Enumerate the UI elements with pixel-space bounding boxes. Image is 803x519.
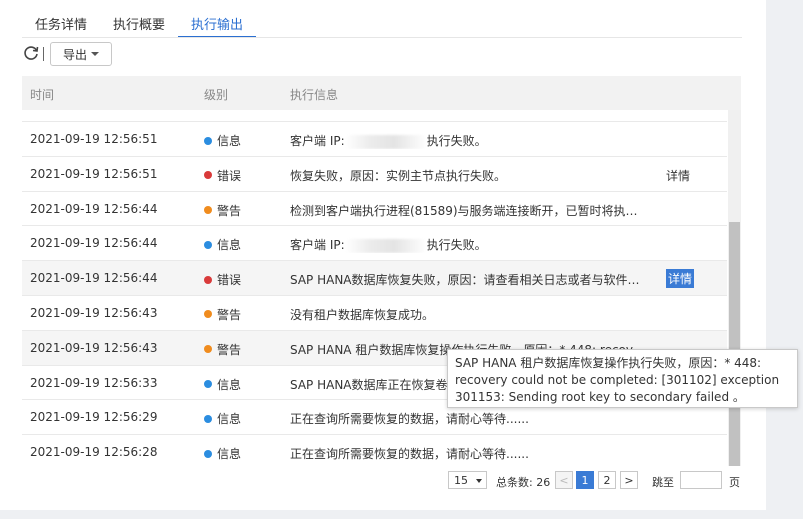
level-dot-icon bbox=[204, 449, 212, 458]
row-time: 2021-09-19 12:56:44 bbox=[30, 236, 158, 251]
row-time: 2021-09-19 12:56:51 bbox=[30, 166, 158, 181]
row-message: 客户端 IP: 执行失败。 bbox=[290, 236, 487, 253]
detail-link[interactable]: 详情 bbox=[666, 269, 695, 289]
row-time: 2021-09-19 12:56:44 bbox=[30, 271, 158, 286]
row-time: 2021-09-19 12:56:51 bbox=[30, 132, 158, 146]
row-level-label: 警告 bbox=[217, 342, 242, 357]
redacted-ip bbox=[344, 238, 427, 253]
level-dot-icon bbox=[204, 310, 212, 319]
row-level-label: 信息 bbox=[217, 377, 242, 392]
row-message: SAP HANA数据库正在恢复卷 bbox=[290, 377, 448, 392]
table-row-partial bbox=[22, 110, 727, 122]
row-level-label: 信息 bbox=[217, 447, 242, 462]
task-panel: 任务详情 执行概要 执行输出 导出 时间 级别 执行信息 2021-09-19 … bbox=[0, 0, 766, 510]
detail-link[interactable]: 详情 bbox=[666, 167, 690, 184]
row-level: 警告 bbox=[204, 341, 241, 358]
row-level: 警告 bbox=[204, 306, 241, 323]
row-level: 信息 bbox=[204, 376, 241, 393]
export-button[interactable]: 导出 bbox=[50, 42, 112, 66]
table-row[interactable]: 2021-09-19 12:56:44 信息 客户端 IP: 执行失败。 bbox=[22, 226, 727, 262]
page-button-1[interactable]: 1 bbox=[576, 471, 594, 489]
chevron-down-icon bbox=[476, 478, 482, 483]
header-level: 级别 bbox=[204, 88, 229, 102]
chevron-down-icon bbox=[91, 52, 99, 56]
row-message-suffix: 执行失败。 bbox=[426, 134, 487, 148]
level-dot-icon bbox=[204, 414, 212, 423]
row-level: 错误 bbox=[204, 167, 241, 184]
row-message: 客户端 IP: 执行失败。 bbox=[290, 132, 487, 149]
table-row[interactable]: 2021-09-19 12:56:51 错误 恢复失败，原因：实例主节点执行失败。 详… bbox=[22, 156, 727, 192]
row-time: 2021-09-19 12:56:43 bbox=[30, 305, 158, 320]
level-dot-icon bbox=[204, 275, 212, 284]
jump-label: 跳至 bbox=[652, 476, 674, 489]
row-level: 信息 bbox=[204, 445, 241, 462]
row-level-label: 错误 bbox=[217, 168, 242, 183]
tab-execution-summary[interactable]: 执行概要 bbox=[100, 8, 178, 38]
total-label: 总条数: bbox=[496, 476, 533, 489]
row-message-suffix: 执行失败。 bbox=[426, 238, 487, 253]
table-body: 2021-09-19 12:56:51 信息 客户端 IP: 执行失败。 2021-09… bbox=[22, 110, 727, 466]
row-level: 信息 bbox=[204, 236, 241, 253]
row-level: 错误 bbox=[204, 271, 241, 288]
row-level-label: 警告 bbox=[217, 307, 242, 322]
header-time: 时间 bbox=[30, 88, 55, 102]
level-dot-icon bbox=[204, 380, 212, 389]
row-level: 警告 bbox=[204, 202, 241, 219]
row-level-label: 信息 bbox=[217, 238, 242, 253]
row-level-label: 信息 bbox=[217, 134, 242, 148]
row-time: 2021-09-19 12:56:44 bbox=[30, 201, 158, 216]
prev-page-button[interactable]: < bbox=[555, 471, 573, 489]
page-suffix: 页 bbox=[729, 476, 740, 489]
export-button-label: 导出 bbox=[62, 47, 87, 62]
table-row[interactable]: 2021-09-19 12:56:44 错误 SAP HANA数据库恢复失败，原因：… bbox=[22, 261, 727, 296]
table-header: 时间 级别 执行信息 bbox=[22, 76, 741, 110]
row-message-prefix: 客户端 IP: bbox=[290, 238, 345, 253]
tab-bar: 任务详情 执行概要 执行输出 bbox=[22, 8, 257, 38]
row-message: SAP HANA数据库恢复失败，原因：请查看相关日志或者与软件… bbox=[290, 273, 640, 288]
row-message-prefix: 客户端 IP: bbox=[290, 134, 345, 148]
total-value: 26 bbox=[536, 476, 551, 489]
level-dot-icon bbox=[204, 206, 212, 215]
row-time: 2021-09-19 12:56:43 bbox=[30, 340, 158, 355]
row-time: 2021-09-19 12:56:28 bbox=[30, 445, 158, 460]
page-size-select[interactable]: 15 bbox=[448, 471, 487, 489]
row-level-label: 错误 bbox=[217, 273, 242, 288]
row-level: 信息 bbox=[204, 410, 241, 427]
table-row[interactable]: 2021-09-19 12:56:44 警告 检测到客户端执行进程(81589)与服… bbox=[22, 191, 727, 227]
level-dot-icon bbox=[204, 240, 212, 249]
tab-execution-output[interactable]: 执行输出 bbox=[178, 8, 257, 38]
page-size-value: 15 bbox=[454, 474, 468, 487]
row-time: 2021-09-19 12:56:29 bbox=[30, 410, 158, 425]
level-dot-icon bbox=[204, 345, 212, 354]
toolbar-divider bbox=[43, 47, 44, 61]
row-time: 2021-09-19 12:56:33 bbox=[30, 375, 158, 390]
total-count: 总条数: 26 bbox=[496, 474, 550, 490]
table-row[interactable]: 2021-09-19 12:56:43 警告 没有租户数据库恢复成功。 bbox=[22, 295, 727, 331]
next-page-button[interactable]: > bbox=[620, 471, 638, 489]
row-message: 检测到客户端执行进程(81589)与服务端连接断开，已暂时将执… bbox=[290, 203, 638, 218]
redacted-ip bbox=[344, 134, 427, 149]
page-button-2[interactable]: 2 bbox=[598, 471, 616, 489]
scrollbar-thumb[interactable] bbox=[729, 222, 740, 466]
level-dot-icon bbox=[204, 136, 212, 145]
message-tooltip: SAP HANA 租户数据库恢复操作执行失败，原因：* 448: recover… bbox=[447, 349, 798, 408]
header-message: 执行信息 bbox=[290, 88, 339, 102]
table-row[interactable]: 2021-09-19 12:56:51 信息 客户端 IP: 执行失败。 bbox=[22, 122, 727, 157]
row-level: 信息 bbox=[204, 132, 241, 149]
row-message: 恢复失败，原因：实例主节点执行失败。 bbox=[290, 168, 507, 183]
tab-task-details[interactable]: 任务详情 bbox=[22, 8, 100, 38]
table-row[interactable]: 2021-09-19 12:56:28 信息 正在查询所需要恢复的数据，请耐心等待.… bbox=[22, 435, 727, 466]
tabs-divider bbox=[22, 37, 742, 38]
row-message: 正在查询所需要恢复的数据，请耐心等待...... bbox=[290, 412, 529, 427]
level-dot-icon bbox=[204, 171, 212, 180]
jump-page-input[interactable] bbox=[680, 471, 722, 489]
row-level-label: 警告 bbox=[217, 203, 242, 218]
row-message: 正在查询所需要恢复的数据，请耐心等待...... bbox=[290, 447, 529, 462]
refresh-icon[interactable] bbox=[22, 44, 40, 62]
row-message: 没有租户数据库恢复成功。 bbox=[290, 307, 435, 322]
row-level-label: 信息 bbox=[217, 412, 242, 427]
